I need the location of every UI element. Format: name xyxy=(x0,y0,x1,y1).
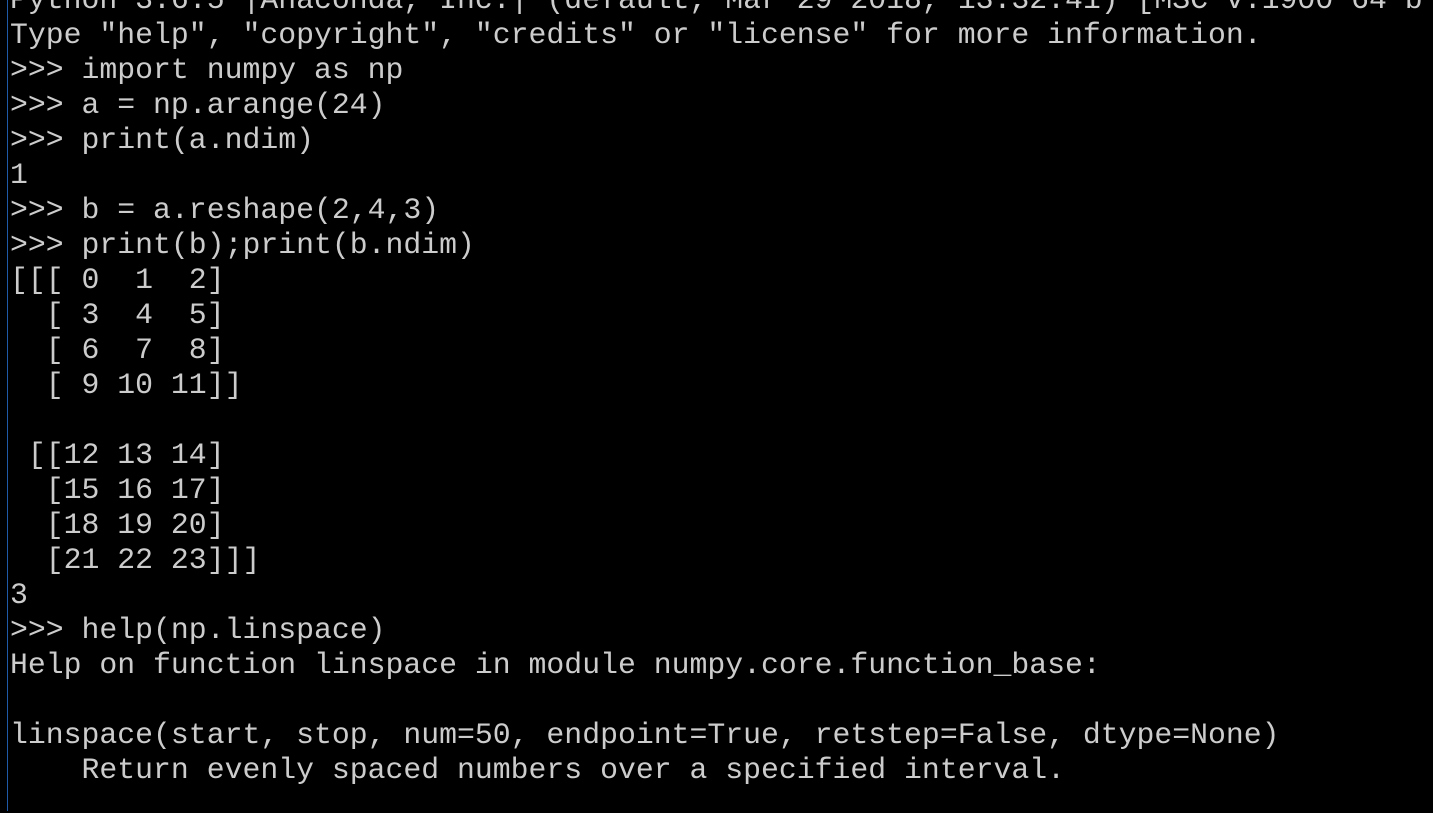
console-line: Help on function linspace in module nump… xyxy=(10,648,1101,682)
console-line: [21 22 23]]] xyxy=(10,543,261,577)
console-line: >>> print(b);print(b.ndim) xyxy=(10,228,475,262)
console-line: [15 16 17] xyxy=(10,473,225,507)
console-line: Python 3.6.5 |Anaconda, Inc.| (default, … xyxy=(10,0,1423,17)
console-line: [ 9 10 11]] xyxy=(10,368,243,402)
console-line: [[12 13 14] xyxy=(10,438,225,472)
console-line: linspace(start, stop, num=50, endpoint=T… xyxy=(10,718,1280,752)
console-line: >>> help(np.linspace) xyxy=(10,613,386,647)
console-line: Type "help", "copyright", "credits" or "… xyxy=(10,18,1262,52)
console-line: 3 xyxy=(10,578,28,612)
console-line: >>> print(a.ndim) xyxy=(10,123,314,157)
console-line: >>> b = a.reshape(2,4,3) xyxy=(10,193,440,227)
console-line: [ 6 7 8] xyxy=(10,333,225,367)
console-line: >>> a = np.arange(24) xyxy=(10,88,386,122)
console-output[interactable]: Python 3.6.5 |Anaconda, Inc.| (default, … xyxy=(0,0,1433,813)
console-line: [18 19 20] xyxy=(10,508,225,542)
console-line: [ 3 4 5] xyxy=(10,298,225,332)
console-line: >>> import numpy as np xyxy=(10,53,404,87)
console-line: [[[ 0 1 2] xyxy=(10,263,225,297)
console-line: 1 xyxy=(10,158,28,192)
console-line: Return evenly spaced numbers over a spec… xyxy=(10,753,1065,787)
